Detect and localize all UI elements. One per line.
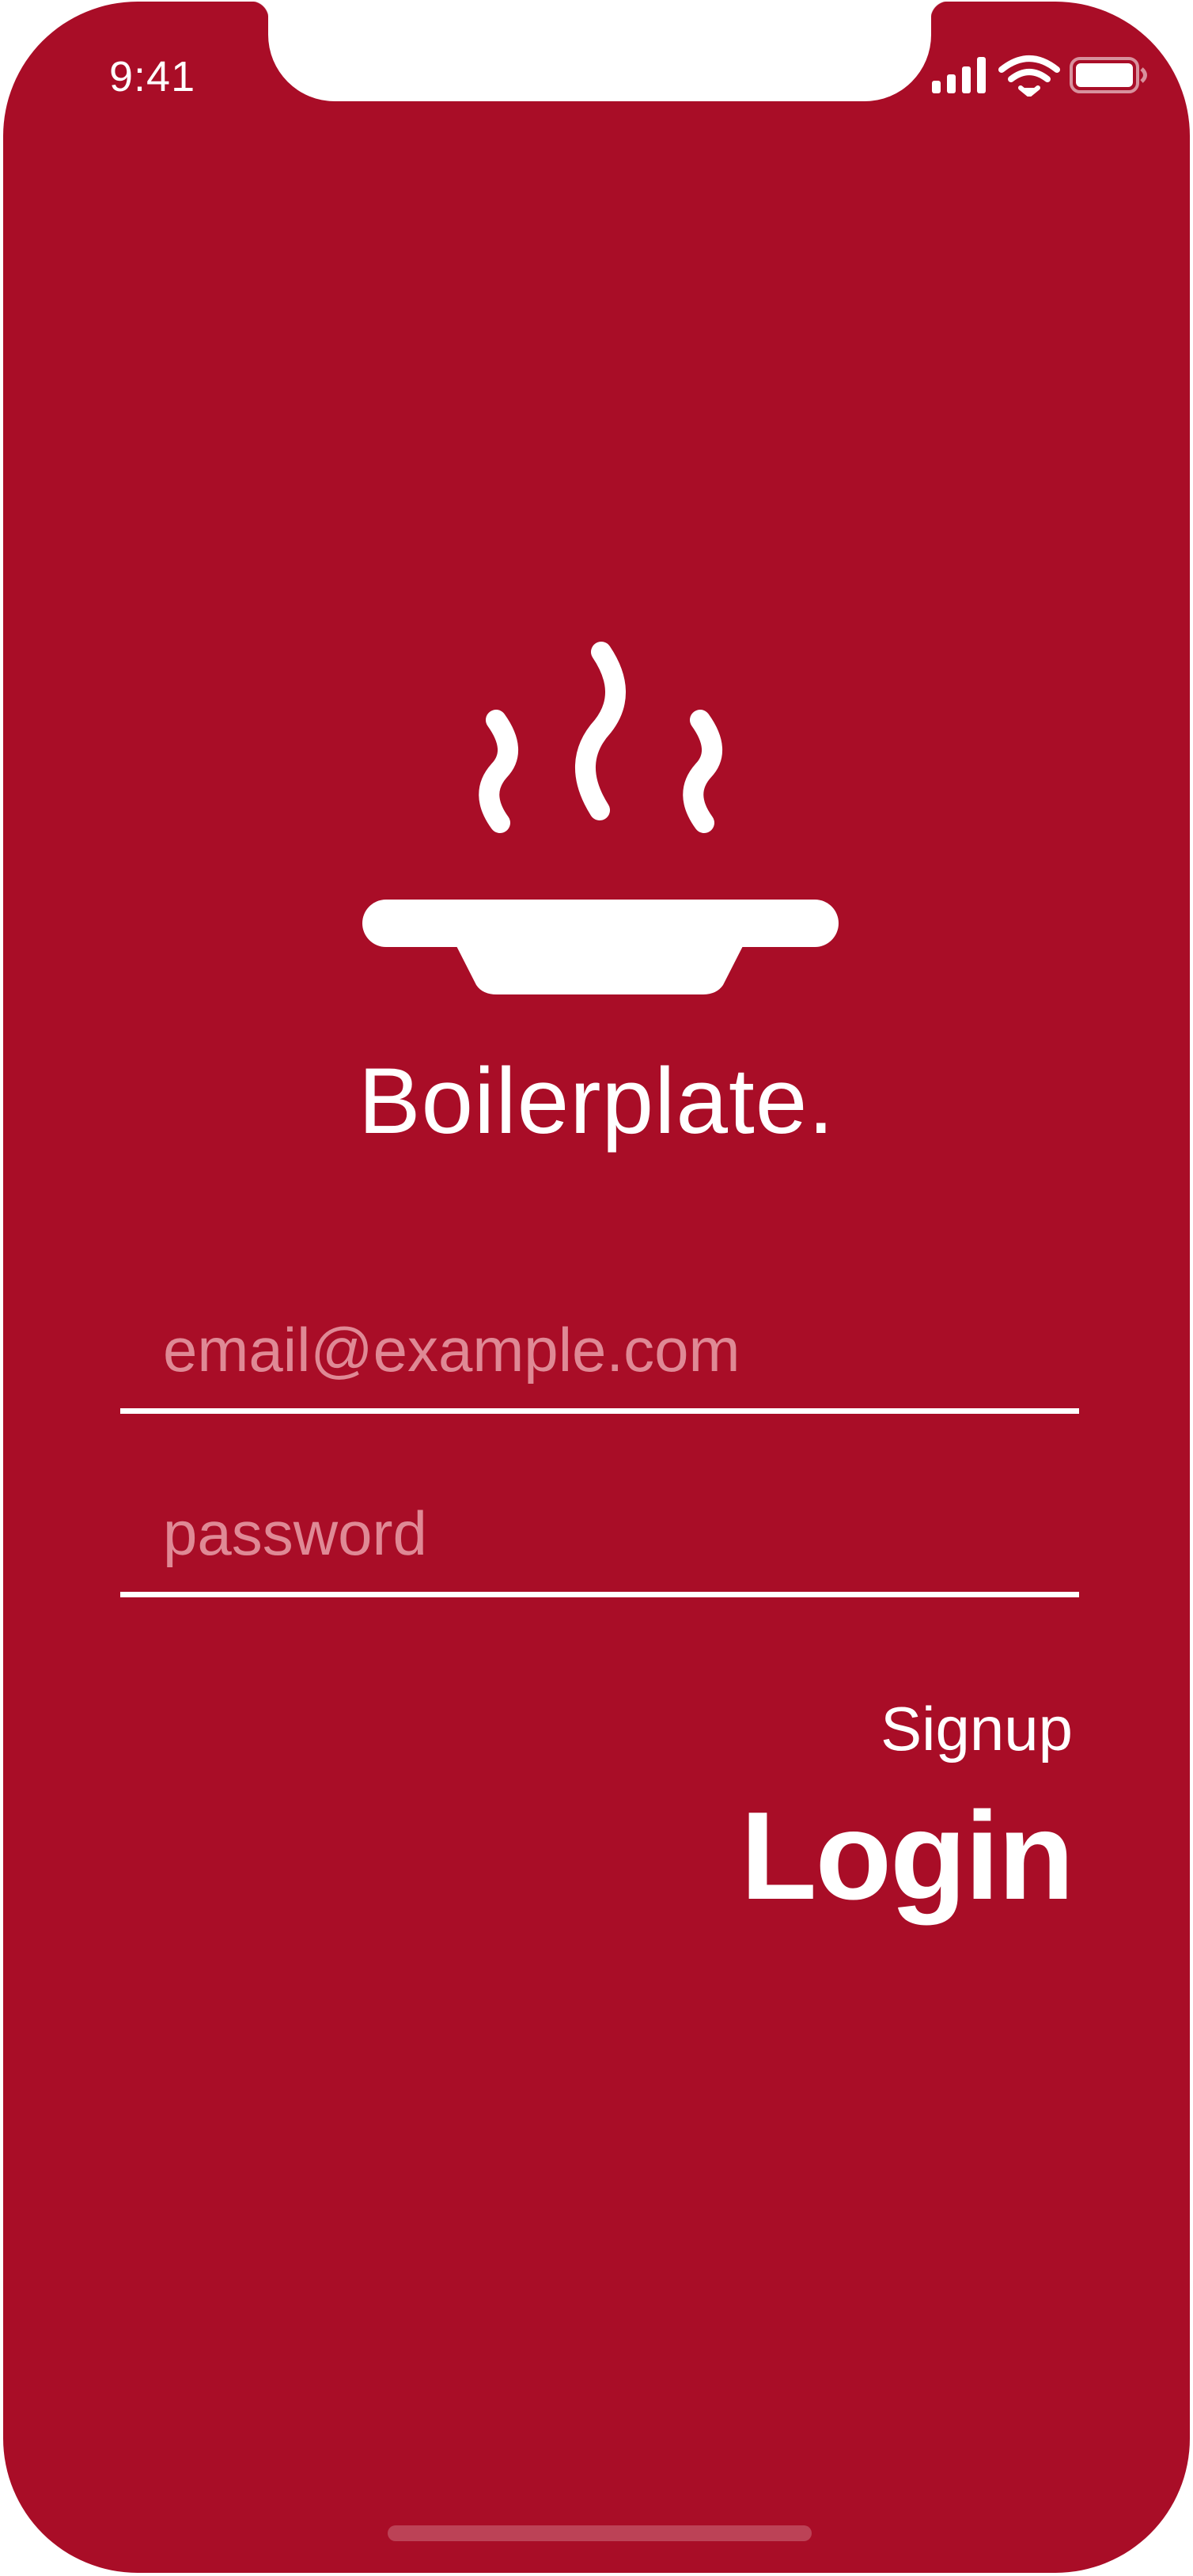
cellular-signal-icon: [932, 57, 986, 93]
phone-screen: 9:41 Boilerplate. email@example.com Sign…: [3, 2, 1190, 2573]
app-title: Boilerplate.: [358, 1049, 835, 1154]
home-indicator[interactable]: [388, 2525, 812, 2541]
steaming-bowl-icon: [362, 642, 839, 994]
password-input[interactable]: [163, 1498, 1065, 1570]
signup-link[interactable]: Signup: [881, 1693, 1073, 1765]
status-icons: [932, 55, 1147, 97]
email-field: [120, 1290, 1079, 1414]
password-field: [120, 1473, 1079, 1597]
login-button[interactable]: Login: [740, 1785, 1074, 1928]
device-notch: [251, 2, 949, 101]
email-input[interactable]: [163, 1314, 1065, 1386]
status-time: 9:41: [109, 53, 196, 100]
battery-icon: [1070, 57, 1147, 93]
wifi-icon: [998, 55, 1060, 97]
